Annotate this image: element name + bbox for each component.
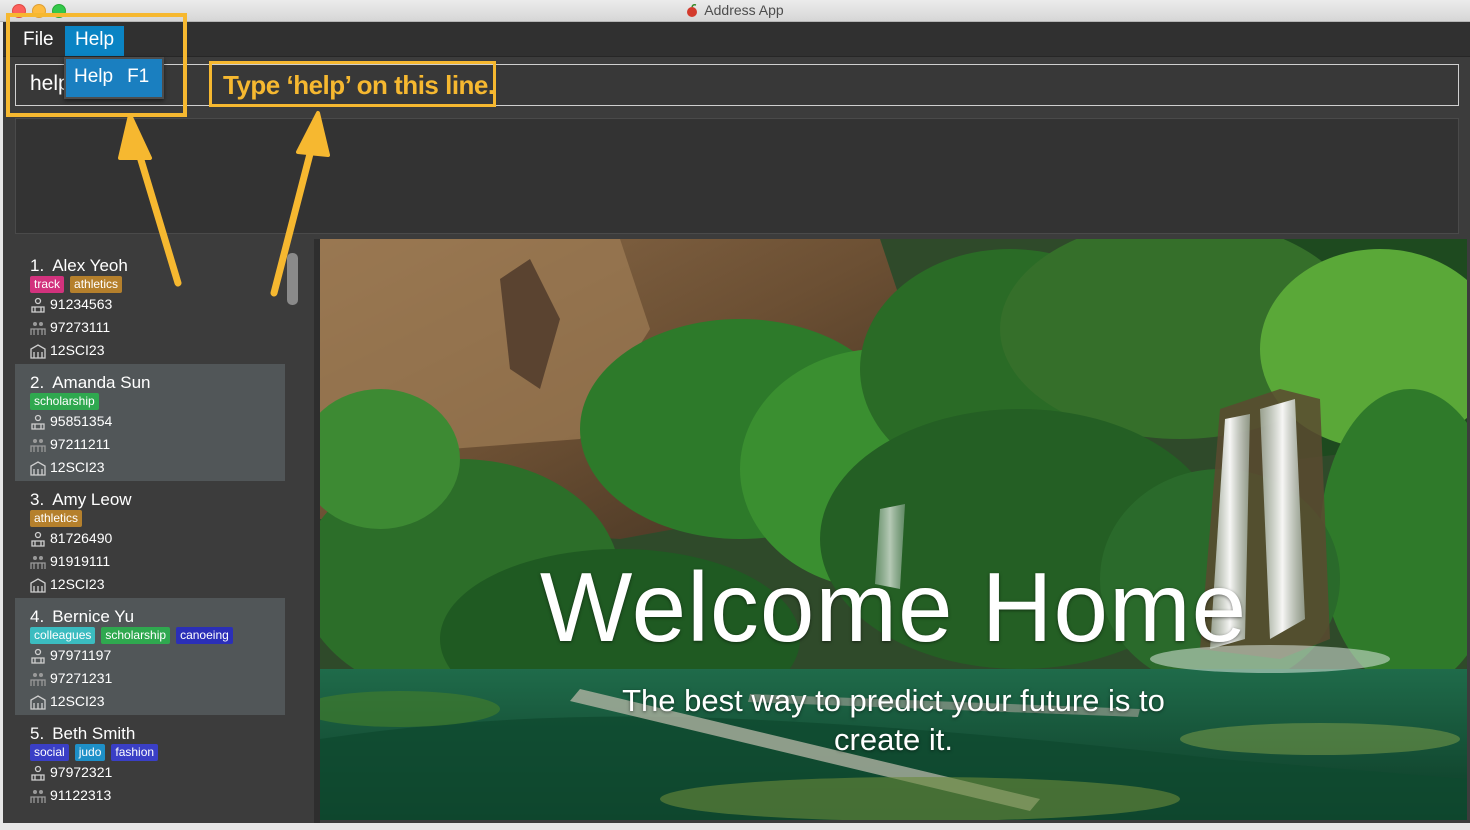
arrow-head-menu bbox=[118, 113, 152, 160]
arrow-to-menu bbox=[134, 146, 182, 287]
arrow-to-command-line bbox=[270, 146, 315, 297]
annotation-arrows bbox=[118, 111, 330, 297]
arrow-head-command-line bbox=[296, 111, 330, 157]
